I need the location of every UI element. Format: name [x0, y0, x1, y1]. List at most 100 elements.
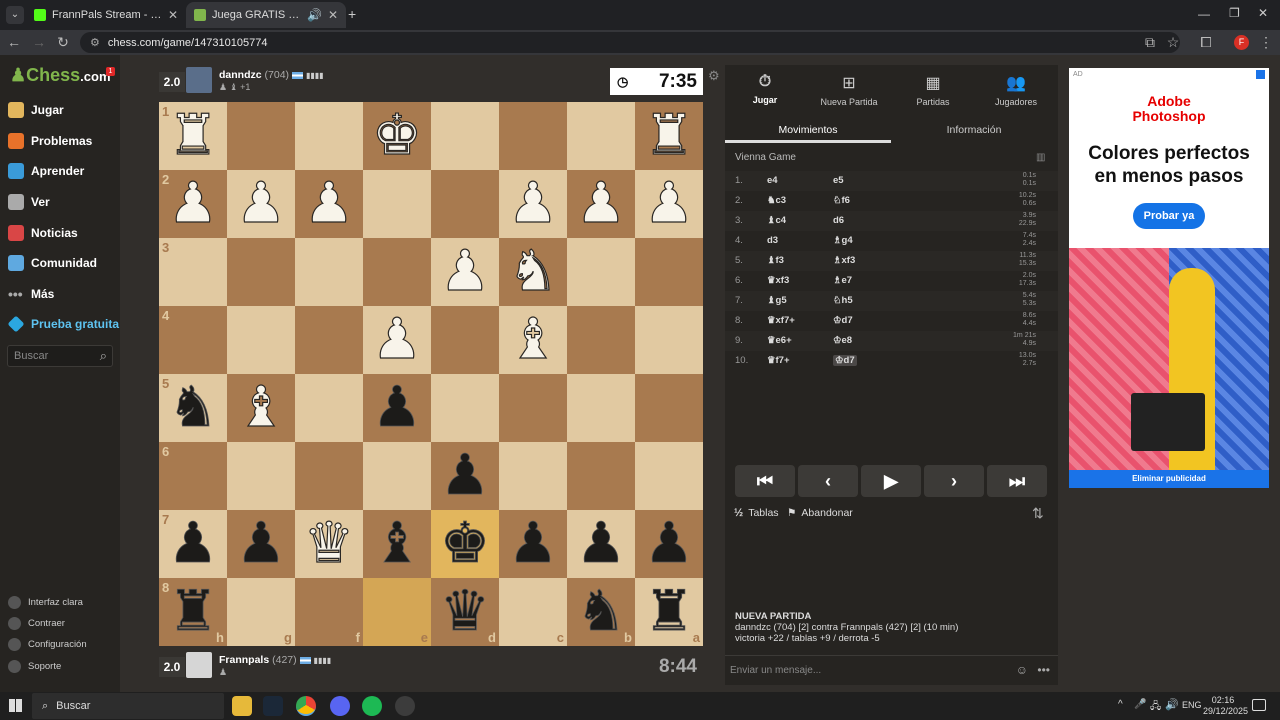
close-tab-icon[interactable]: ✕ [328, 8, 338, 22]
board-square[interactable] [431, 170, 499, 238]
last-move-button[interactable]: ⏭ [987, 465, 1047, 497]
board-square[interactable] [295, 238, 363, 306]
board-square[interactable]: f [295, 578, 363, 646]
board-square[interactable] [567, 442, 635, 510]
white-move[interactable]: ♝c4 [767, 215, 786, 226]
bookmark-star-icon[interactable]: ☆ [1164, 34, 1182, 51]
black-pawn-piece[interactable]: ♟ [439, 447, 490, 504]
sidebar-search-input[interactable]: Buscar ⌕ [7, 345, 113, 367]
reload-icon[interactable]: ↻ [54, 34, 72, 51]
board-square[interactable] [635, 442, 703, 510]
board-square[interactable] [635, 374, 703, 442]
white-move[interactable]: d3 [767, 235, 778, 246]
board-square[interactable]: ♟ [363, 306, 431, 374]
white-rook-piece[interactable]: ♜ [167, 107, 218, 164]
white-move[interactable]: ♝g5 [767, 295, 787, 306]
black-pawn-piece[interactable]: ♟ [575, 515, 626, 572]
bottom-player-name[interactable]: Frannpals (427) ▮▮▮▮ [219, 654, 331, 666]
black-move[interactable]: ♘h5 [833, 295, 853, 306]
board-square[interactable] [567, 102, 635, 170]
black-pawn-piece[interactable]: ♟ [167, 515, 218, 572]
board-square[interactable]: 1 ♜ [159, 102, 227, 170]
minimize-button[interactable]: — [1198, 7, 1210, 21]
black-king-piece[interactable]: ♚ [439, 515, 490, 572]
white-bishop-piece[interactable]: ♝ [235, 379, 286, 436]
windows-start-icon[interactable] [9, 699, 22, 712]
white-knight-piece[interactable]: ♞ [507, 243, 558, 300]
board-square[interactable]: ♟ [635, 170, 703, 238]
light-mode-toggle[interactable]: Interfaz clara [8, 596, 83, 609]
board-square[interactable]: ♟ [635, 510, 703, 578]
board-square[interactable]: 5 ♞ [159, 374, 227, 442]
board-settings-icon[interactable]: ⚙ [708, 68, 720, 84]
black-move[interactable]: ♘f6 [833, 195, 850, 206]
sidebar-item-mas[interactable]: ••• Más [8, 283, 120, 305]
board-square[interactable] [567, 306, 635, 374]
site-info-icon[interactable]: ⚙ [90, 36, 100, 49]
black-pawn-piece[interactable]: ♟ [643, 515, 694, 572]
chess-logo[interactable]: ♟Chess.com [10, 65, 111, 86]
white-move[interactable]: ♝f3 [767, 255, 784, 266]
white-pawn-piece[interactable]: ♟ [235, 175, 286, 232]
chess-board[interactable]: 1 ♜ ♚ ♜ 2 ♟ ♟ ♟ ♟ ♟ ♟ 3 ♟ ♞ 4 ♟ ♝ 5 ♞ ♝ ♟ 6 ♟ 7 ♟ ♟ ♛ ♝ ♚ ♟ ♟ ♟ 8 h ♜ g f e d ♛… [159, 102, 703, 646]
ad-banner[interactable]: AD Adobe Photoshop Colores perfectos en … [1069, 68, 1269, 488]
white-bishop-piece[interactable]: ♝ [507, 311, 558, 368]
sidebar-item-prueba-gratuita[interactable]: Prueba gratuita [7, 313, 120, 335]
board-square[interactable]: 6 [159, 442, 227, 510]
white-move[interactable]: ♞c3 [767, 195, 786, 206]
white-pawn-piece[interactable]: ♟ [167, 175, 218, 232]
discord-icon[interactable] [330, 696, 350, 716]
white-move[interactable]: ♛xf3 [767, 275, 789, 286]
board-square[interactable] [499, 374, 567, 442]
ad-cta-button[interactable]: Probar ya [1133, 203, 1205, 229]
black-move[interactable]: d6 [833, 215, 844, 226]
notification-badge[interactable]: 1 [106, 67, 115, 76]
board-square[interactable]: ♟ [431, 442, 499, 510]
board-square[interactable]: ♟ [499, 510, 567, 578]
tab-chess-game[interactable]: Juega GRATIS al ajedrez onl 🔊 ✕ [186, 2, 346, 28]
settings-link[interactable]: Configuración [8, 638, 87, 651]
bottom-player-avatar[interactable] [186, 652, 212, 678]
adchoices-icon[interactable] [1256, 70, 1265, 79]
top-player-avatar[interactable] [186, 67, 212, 93]
black-move[interactable]: ♗e7 [833, 275, 852, 286]
board-square[interactable] [635, 238, 703, 306]
white-move[interactable]: e4 [767, 175, 778, 186]
board-square[interactable] [363, 238, 431, 306]
board-square[interactable]: 4 [159, 306, 227, 374]
obs-icon[interactable] [395, 696, 415, 716]
board-square[interactable] [227, 238, 295, 306]
black-move[interactable]: ♗xf3 [833, 255, 855, 266]
next-move-button[interactable]: › [924, 465, 984, 497]
board-square[interactable]: a ♜ [635, 578, 703, 646]
sidebar-item-comunidad[interactable]: Comunidad [8, 252, 120, 274]
board-square[interactable]: ♟ [431, 238, 499, 306]
sidebar-item-jugar[interactable]: Jugar [8, 99, 120, 121]
board-square[interactable] [295, 306, 363, 374]
board-square[interactable] [295, 374, 363, 442]
board-square[interactable] [295, 442, 363, 510]
black-bishop-piece[interactable]: ♝ [371, 515, 422, 572]
board-square[interactable]: ♟ [227, 510, 295, 578]
white-move[interactable]: ♛xf7+ [767, 315, 795, 326]
board-square[interactable] [227, 442, 295, 510]
board-square[interactable]: ♝ [363, 510, 431, 578]
black-pawn-piece[interactable]: ♟ [507, 515, 558, 572]
board-square[interactable]: ♞ [499, 238, 567, 306]
board-square[interactable]: 2 ♟ [159, 170, 227, 238]
tab-jugar[interactable]: ⏱ Jugar [725, 73, 805, 105]
file-explorer-icon[interactable] [232, 696, 252, 716]
black-move[interactable]: ♔e8 [833, 335, 852, 346]
board-square[interactable]: ♟ [295, 170, 363, 238]
top-player-name[interactable]: danndzc (704) ▮▮▮▮ [219, 69, 324, 81]
sidebar-item-problemas[interactable]: Problemas [8, 130, 120, 152]
emoji-icon[interactable]: ☺ [1016, 663, 1028, 677]
black-move[interactable]: ♗g4 [833, 235, 853, 246]
board-square[interactable] [567, 238, 635, 306]
tray-chevron-icon[interactable]: ^ [1118, 699, 1123, 710]
board-square[interactable]: d ♛ [431, 578, 499, 646]
board-square[interactable] [363, 442, 431, 510]
menu-icon[interactable]: ⋮ [1257, 34, 1275, 51]
search-icon[interactable]: ⌕ [100, 348, 107, 364]
profile-avatar[interactable]: F [1234, 35, 1249, 50]
